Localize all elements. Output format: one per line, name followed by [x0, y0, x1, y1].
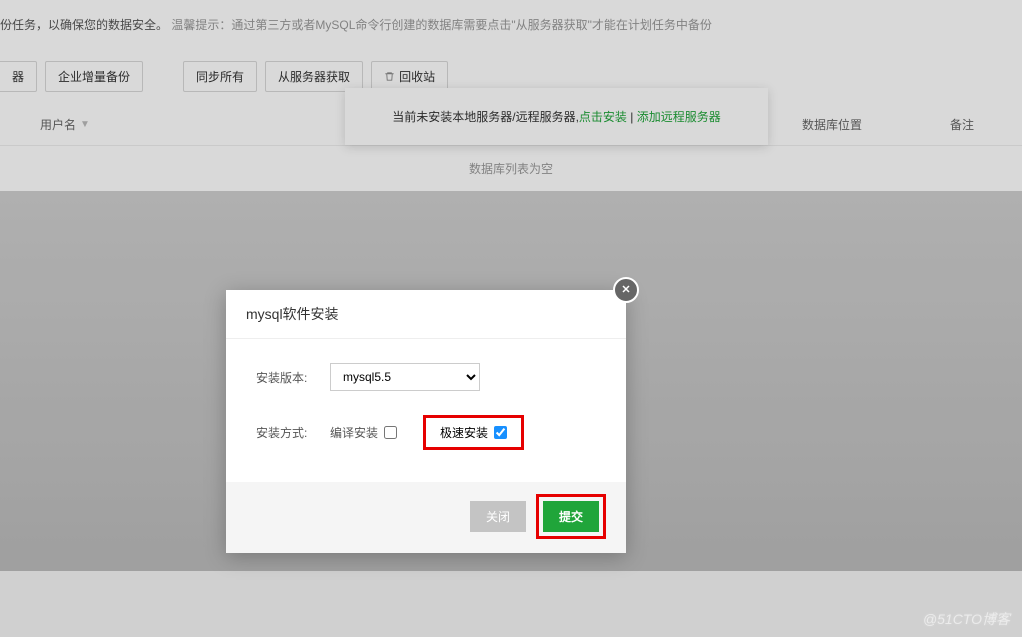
modal-footer: 关闭 提交 — [226, 482, 626, 553]
mysql-install-modal: mysql软件安装 安装版本: mysql5.5 安装方式: 编译安装 极速安装… — [226, 290, 626, 553]
fast-install-checkbox[interactable] — [494, 426, 507, 439]
compile-install-label[interactable]: 编译安装 — [330, 424, 378, 441]
compile-install-group[interactable]: 编译安装 — [330, 424, 397, 441]
version-select[interactable]: mysql5.5 — [330, 363, 480, 391]
method-row: 安装方式: 编译安装 极速安装 — [256, 415, 606, 450]
fast-install-highlight: 极速安装 — [423, 415, 524, 450]
cancel-button[interactable]: 关闭 — [470, 501, 526, 532]
compile-install-checkbox[interactable] — [384, 426, 397, 439]
watermark: @51CTO博客 — [923, 609, 1010, 629]
submit-button[interactable]: 提交 — [543, 501, 599, 532]
version-label: 安装版本: — [256, 369, 330, 386]
modal-title: mysql软件安装 — [226, 290, 626, 339]
modal-body: 安装版本: mysql5.5 安装方式: 编译安装 极速安装 — [226, 339, 626, 482]
method-label: 安装方式: — [256, 424, 330, 441]
submit-highlight: 提交 — [536, 494, 606, 539]
close-icon — [620, 283, 632, 298]
version-row: 安装版本: mysql5.5 — [256, 363, 606, 391]
fast-install-label[interactable]: 极速安装 — [440, 424, 488, 441]
close-button[interactable] — [613, 277, 639, 303]
